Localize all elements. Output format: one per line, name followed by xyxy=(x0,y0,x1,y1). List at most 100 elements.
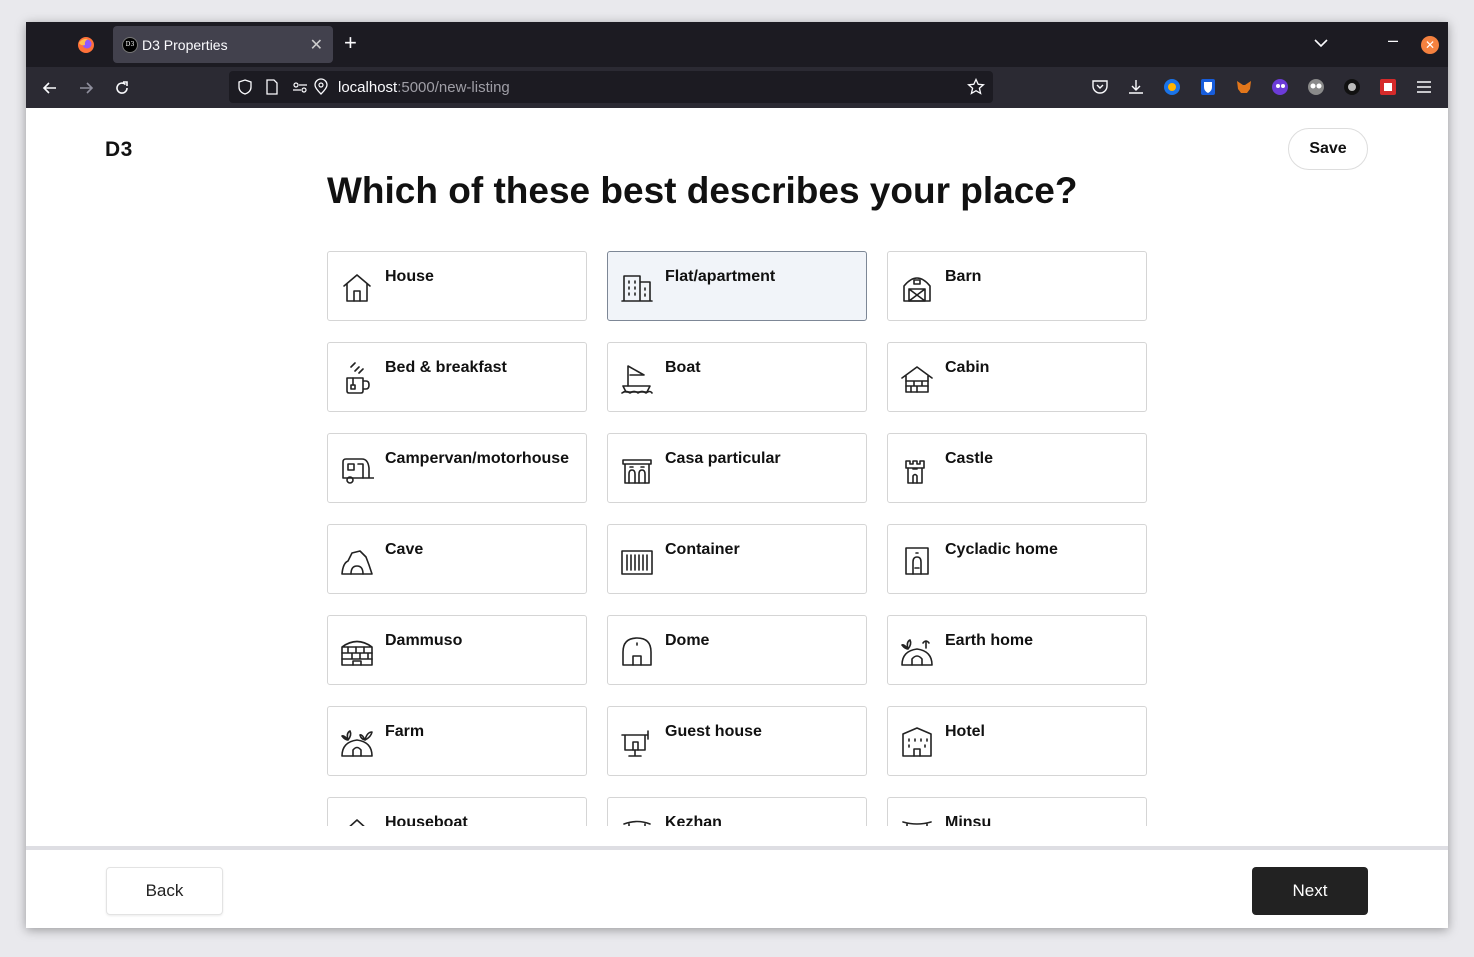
property-type-card[interactable]: Casa particular xyxy=(607,433,867,503)
property-type-label: Boat xyxy=(665,359,701,376)
property-type-label: Cave xyxy=(385,541,424,558)
save-button[interactable]: Save xyxy=(1288,128,1368,170)
bitwarden-icon[interactable] xyxy=(1199,78,1217,96)
property-type-label: Guest house xyxy=(665,723,762,740)
property-type-card[interactable]: Barn xyxy=(887,251,1147,321)
forward-arrow-icon[interactable] xyxy=(76,78,96,98)
cycladic-icon xyxy=(905,547,929,575)
property-type-card[interactable]: Minsu xyxy=(887,797,1147,826)
reload-icon[interactable] xyxy=(112,78,132,98)
property-type-card[interactable]: Campervan/motorhouse xyxy=(327,433,587,503)
dome-icon xyxy=(622,637,652,666)
property-type-label: Cycladic home xyxy=(945,541,1058,558)
tab-bar: D3 D3 Properties ✕ + – ✕ xyxy=(26,22,1448,67)
minimize-icon[interactable]: – xyxy=(1388,30,1398,51)
property-type-grid: House Flat/apartment Barn Bed & breakfast Bo… xyxy=(326,250,1148,826)
property-type-label: Flat/apartment xyxy=(665,268,776,285)
pocket-icon[interactable] xyxy=(1091,78,1109,96)
page-icon[interactable] xyxy=(264,79,280,95)
property-type-label: Barn xyxy=(945,268,982,285)
property-type-label: Hotel xyxy=(945,723,985,740)
container-icon xyxy=(621,550,653,575)
property-type-label: Campervan/motorhouse xyxy=(385,450,570,467)
property-type-label: Castle xyxy=(945,450,994,467)
guest-house-icon xyxy=(621,730,649,757)
boat-icon xyxy=(621,365,653,394)
property-type-label: Casa particular xyxy=(665,450,781,467)
property-type-card[interactable]: Cave xyxy=(327,524,587,594)
extension-owl-icon[interactable] xyxy=(1307,78,1325,96)
casa-icon xyxy=(622,459,652,484)
property-type-card[interactable]: Cycladic home xyxy=(887,524,1147,594)
cabin-icon xyxy=(901,366,933,393)
castle-icon xyxy=(905,460,925,484)
property-type-card[interactable]: Hotel xyxy=(887,706,1147,776)
property-type-card[interactable]: Container xyxy=(607,524,867,594)
app-logo[interactable]: D3 xyxy=(105,138,133,162)
url-bar[interactable]: localhost:5000/new-listing xyxy=(229,71,993,103)
page-title: Which of these best describes your place… xyxy=(327,170,1078,211)
bookmark-star-icon[interactable] xyxy=(967,78,985,96)
property-type-card[interactable]: Houseboat xyxy=(327,797,587,826)
property-type-card[interactable]: Flat/apartment xyxy=(607,251,867,321)
property-type-card[interactable]: Cabin xyxy=(887,342,1147,412)
property-type-label: Houseboat xyxy=(385,814,468,826)
extension-red-icon[interactable] xyxy=(1379,78,1397,96)
house-icon xyxy=(343,274,371,302)
permissions-icon[interactable] xyxy=(292,79,308,95)
shield-icon[interactable] xyxy=(237,79,253,95)
firefox-icon[interactable] xyxy=(77,36,95,54)
kezhan-icon xyxy=(623,820,651,826)
close-window-icon[interactable]: ✕ xyxy=(1421,36,1439,54)
back-arrow-icon[interactable] xyxy=(40,78,60,98)
property-type-card[interactable]: Castle xyxy=(887,433,1147,503)
property-type-label: Dome xyxy=(665,632,710,649)
location-pin-icon[interactable] xyxy=(313,78,329,96)
minsu-icon xyxy=(902,821,932,826)
property-type-label: Dammuso xyxy=(385,632,463,649)
tab-favicon: D3 xyxy=(122,37,138,53)
property-type-card[interactable]: Farm xyxy=(327,706,587,776)
property-type-label: Cabin xyxy=(945,359,990,376)
farm-icon xyxy=(341,730,373,757)
extension-blue-icon[interactable] xyxy=(1163,78,1181,96)
property-type-card[interactable]: House xyxy=(327,251,587,321)
next-button[interactable]: Next xyxy=(1252,867,1368,915)
back-button[interactable]: Back xyxy=(106,867,223,915)
page-content: D3 Save Which of these best describes yo… xyxy=(26,108,1448,928)
property-type-list[interactable]: House Flat/apartment Barn Bed & breakfast Bo… xyxy=(326,250,1148,826)
property-type-label: Earth home xyxy=(945,632,1034,649)
nav-bar: localhost:5000/new-listing xyxy=(26,67,1448,108)
earth-home-icon xyxy=(901,639,933,666)
menu-icon[interactable] xyxy=(1415,78,1433,96)
property-type-label: House xyxy=(385,268,434,285)
tab-d3-properties[interactable]: D3 D3 Properties ✕ xyxy=(113,26,333,63)
new-tab-icon[interactable]: + xyxy=(344,31,357,55)
metamask-icon[interactable] xyxy=(1235,78,1253,96)
property-type-card[interactable]: Boat xyxy=(607,342,867,412)
property-type-card[interactable]: Earth home xyxy=(887,615,1147,685)
property-type-card[interactable]: Guest house xyxy=(607,706,867,776)
property-type-label: Farm xyxy=(385,723,425,740)
property-type-label: Container xyxy=(665,541,740,558)
property-type-label: Bed & breakfast xyxy=(385,359,507,376)
download-icon[interactable] xyxy=(1127,78,1145,96)
apartment-icon xyxy=(621,275,653,302)
close-tab-icon[interactable]: ✕ xyxy=(310,35,323,55)
property-type-label: Kezhan xyxy=(665,814,722,826)
houseboat-icon xyxy=(349,819,365,826)
mug-icon xyxy=(346,362,370,394)
hotel-icon xyxy=(902,727,932,757)
browser-window: D3 D3 Properties ✕ + – ✕ localhost:5000/… xyxy=(26,22,1448,928)
property-type-card[interactable]: Dome xyxy=(607,615,867,685)
camper-icon xyxy=(342,458,374,484)
extension-purple-icon[interactable] xyxy=(1271,78,1289,96)
dammuso-icon xyxy=(341,640,373,666)
property-type-card[interactable]: Dammuso xyxy=(327,615,587,685)
url-text[interactable]: localhost:5000/new-listing xyxy=(338,79,510,96)
extension-dark-icon[interactable] xyxy=(1343,78,1361,96)
property-type-card[interactable]: Bed & breakfast xyxy=(327,342,587,412)
property-type-label: Minsu xyxy=(945,814,992,826)
property-type-card[interactable]: Kezhan xyxy=(607,797,867,826)
chevron-down-icon[interactable] xyxy=(1313,35,1329,51)
